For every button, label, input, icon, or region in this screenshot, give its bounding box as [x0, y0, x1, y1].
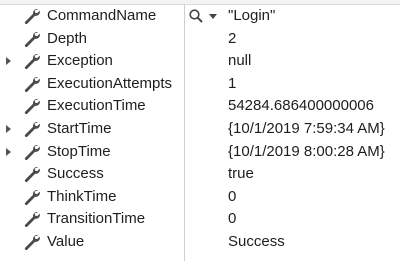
property-value[interactable]: {10/1/2019 7:59:34 AM} — [228, 118, 385, 141]
property-name: Value — [47, 232, 85, 250]
search-icon[interactable] — [188, 8, 204, 24]
property-row[interactable]: ExecutionAttempts 1 — [0, 73, 400, 96]
wrench-icon — [23, 120, 41, 138]
property-row[interactable]: Value Success — [0, 231, 400, 254]
wrench-icon — [23, 75, 41, 93]
property-value[interactable]: Success — [228, 231, 285, 254]
properties-grid: CommandName "Login" Depth 2 Exception nu… — [0, 5, 400, 254]
property-name: Exception — [47, 52, 113, 70]
property-row[interactable]: Success true — [0, 163, 400, 186]
wrench-icon — [23, 52, 41, 70]
property-value[interactable]: 2 — [228, 28, 236, 51]
property-value[interactable]: 1 — [228, 73, 236, 96]
property-name: CommandName — [47, 7, 157, 24]
property-row[interactable]: ExecutionTime 54284.686400000006 — [0, 95, 400, 118]
wrench-icon — [23, 143, 41, 161]
property-name: StartTime — [47, 119, 112, 137]
property-row[interactable]: StartTime {10/1/2019 7:59:34 AM} — [0, 118, 400, 141]
property-value[interactable]: 54284.686400000006 — [228, 95, 374, 118]
property-row[interactable]: CommandName "Login" — [0, 5, 400, 28]
property-value[interactable]: null — [228, 50, 251, 73]
property-value[interactable]: 0 — [228, 186, 236, 209]
property-name: StopTime — [47, 142, 111, 160]
expand-arrow-icon[interactable] — [6, 147, 11, 156]
property-value[interactable]: "Login" — [228, 5, 275, 28]
property-row[interactable]: TransitionTime 0 — [0, 208, 400, 231]
wrench-icon — [23, 97, 41, 115]
property-name: Success — [47, 165, 104, 183]
wrench-icon — [23, 165, 41, 183]
expand-arrow-icon[interactable] — [6, 57, 11, 66]
property-name: ExecutionTime — [47, 97, 146, 115]
expand-arrow-icon[interactable] — [6, 124, 11, 133]
property-name: ThinkTime — [47, 187, 117, 205]
property-value[interactable]: 0 — [228, 208, 236, 231]
property-name: TransitionTime — [47, 210, 146, 228]
property-row[interactable]: Depth 2 — [0, 28, 400, 51]
wrench-icon — [23, 210, 41, 228]
property-name: Depth — [47, 29, 88, 47]
wrench-icon — [23, 233, 41, 251]
property-row[interactable]: ThinkTime 0 — [0, 186, 400, 209]
dropdown-arrow-icon[interactable] — [209, 14, 217, 19]
property-value[interactable]: {10/1/2019 8:00:28 AM} — [228, 141, 385, 164]
property-row[interactable]: Exception null — [0, 50, 400, 73]
wrench-icon — [23, 7, 41, 25]
property-name: ExecutionAttempts — [47, 74, 173, 92]
wrench-icon — [23, 30, 41, 48]
wrench-icon — [23, 188, 41, 206]
property-row[interactable]: StopTime {10/1/2019 8:00:28 AM} — [0, 141, 400, 164]
property-value[interactable]: true — [228, 163, 254, 186]
column-divider[interactable] — [184, 4, 185, 261]
